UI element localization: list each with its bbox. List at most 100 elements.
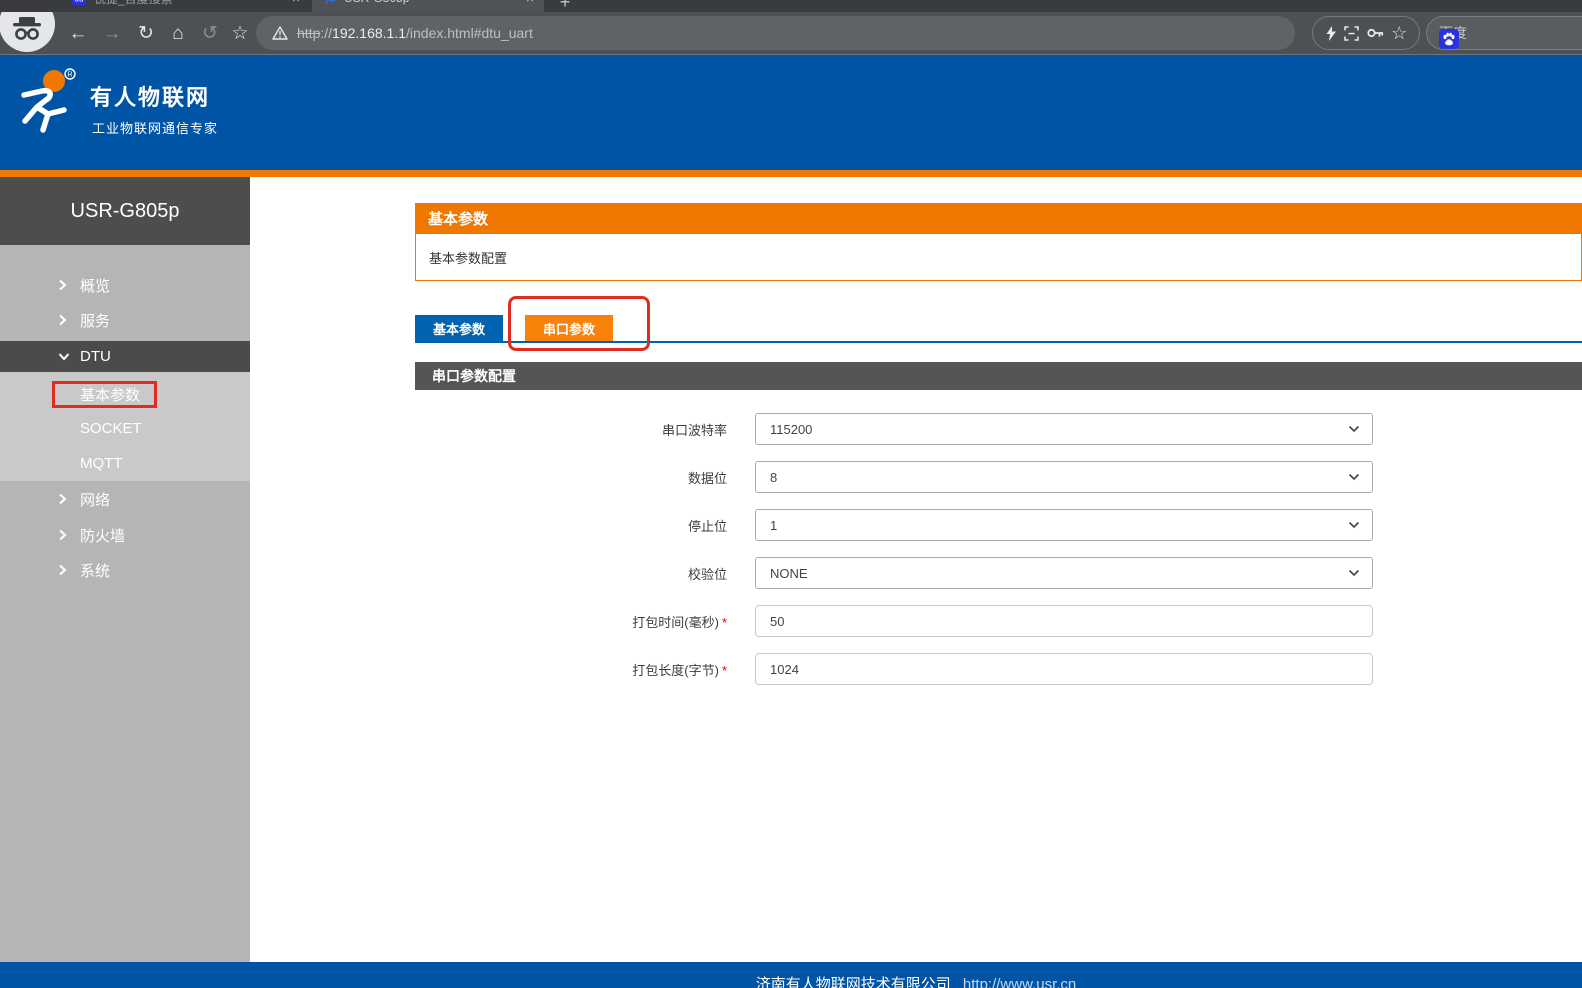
chevron-right-icon bbox=[58, 529, 70, 541]
tab-basic-params[interactable]: 基本参数 bbox=[415, 315, 503, 341]
required-asterisk: * bbox=[722, 663, 727, 678]
sidebar-nav: USR-G805p 概览 服务 DTU 基本参数 SOCKET MQTT 网络 bbox=[0, 177, 250, 962]
baidu-favicon: du bbox=[72, 0, 86, 5]
form-row-data-bits: 数据位 8 bbox=[415, 461, 1582, 493]
sidebar-item-label: 系统 bbox=[80, 560, 110, 581]
sidebar-item-services[interactable]: 服务 bbox=[0, 302, 250, 338]
form-row-stop-bits: 停止位 1 bbox=[415, 509, 1582, 541]
sidebar-item-dtu[interactable]: DTU bbox=[0, 341, 250, 372]
form-row-baud-rate: 串口波特率 115200 bbox=[415, 413, 1582, 445]
baidu-logo-icon bbox=[1439, 29, 1459, 49]
svg-text:du: du bbox=[75, 0, 84, 4]
usr-logo-icon: R bbox=[12, 67, 82, 142]
field-label: 串口波特率 bbox=[415, 420, 727, 439]
back-icon[interactable]: ← bbox=[64, 12, 92, 55]
page-title: 基本参数 bbox=[415, 203, 1582, 233]
new-tab-button[interactable]: + bbox=[552, 0, 578, 12]
brand-title: 有人物联网 bbox=[90, 80, 210, 112]
site-header: R 有人物联网 工业物联网通信专家 bbox=[0, 55, 1582, 170]
sidebar-item-label: 网络 bbox=[80, 489, 110, 510]
select-value: 115200 bbox=[770, 422, 812, 437]
svg-text:R: R bbox=[67, 72, 72, 79]
serial-params-form: 串口波特率 115200 数据位 8 停止位 1 校验位 NONE 打包时间(毫… bbox=[415, 413, 1582, 701]
select-value: NONE bbox=[770, 566, 808, 581]
chevron-right-icon bbox=[58, 564, 70, 576]
form-row-pack-time: 打包时间(毫秒)* bbox=[415, 605, 1582, 637]
pack-time-input[interactable] bbox=[755, 605, 1373, 637]
sidebar-item-label: SOCKET bbox=[80, 420, 142, 437]
form-row-pack-length: 打包长度(字节)* bbox=[415, 653, 1582, 685]
bookmark-star-icon[interactable]: ☆ bbox=[226, 12, 254, 55]
url-host: 192.168.1.1 bbox=[332, 25, 406, 41]
sidebar-item-dtu-socket[interactable]: SOCKET bbox=[0, 410, 250, 446]
extensions-cluster: ☆ bbox=[1312, 16, 1420, 50]
extension-star-icon[interactable]: ☆ bbox=[1391, 23, 1407, 44]
address-bar[interactable]: http://192.168.1.1/index.html#dtu_uart bbox=[256, 16, 1295, 50]
chevron-right-icon bbox=[58, 493, 70, 505]
tab-title: 锐捷_百度搜索 bbox=[94, 0, 284, 7]
url-text: http://192.168.1.1/index.html#dtu_uart bbox=[297, 25, 533, 41]
sidebar-item-label: 防火墙 bbox=[80, 525, 125, 546]
url-path: /index.html#dtu_uart bbox=[406, 25, 533, 41]
key-icon[interactable] bbox=[1367, 27, 1384, 39]
data-bits-select[interactable]: 8 bbox=[755, 461, 1373, 493]
lightning-icon[interactable] bbox=[1325, 26, 1337, 41]
sidebar-item-overview[interactable]: 概览 bbox=[0, 267, 250, 303]
sidebar-item-label: 服务 bbox=[80, 310, 110, 331]
footer-link[interactable]: http://www.usr.cn bbox=[963, 976, 1076, 988]
parity-select[interactable]: NONE bbox=[755, 557, 1373, 589]
footer-text: 济南有人物联网技术有限公司 http://www.usr.cn bbox=[250, 973, 1582, 988]
browser-toolbar: ← → ↻ ⌂ ↺ ☆ http://192.168.1.1/index.htm… bbox=[0, 12, 1582, 55]
chevron-right-icon bbox=[58, 314, 70, 326]
home-icon[interactable]: ⌂ bbox=[164, 12, 192, 55]
tab-title: USR-G805p bbox=[344, 0, 518, 5]
url-scheme: http bbox=[297, 25, 320, 41]
restore-session-icon[interactable]: ↺ bbox=[196, 12, 224, 55]
sidebar-item-label: MQTT bbox=[80, 455, 123, 472]
form-row-parity: 校验位 NONE bbox=[415, 557, 1582, 589]
reload-icon[interactable]: ↻ bbox=[132, 12, 160, 55]
sidebar-item-firewall[interactable]: 防火墙 bbox=[0, 517, 250, 553]
browser-tab-strip: du 锐捷_百度搜索 × USR-G805p × + bbox=[0, 0, 1582, 12]
chevron-down-icon bbox=[58, 351, 70, 363]
sidebar-item-dtu-mqtt[interactable]: MQTT bbox=[0, 445, 250, 481]
select-chevron-icon bbox=[1348, 425, 1360, 433]
pack-length-input[interactable] bbox=[755, 653, 1373, 685]
field-label: 数据位 bbox=[415, 468, 727, 487]
field-label: 打包时间(毫秒)* bbox=[415, 612, 727, 631]
url-separator: :// bbox=[320, 25, 332, 41]
brand-tagline: 工业物联网通信专家 bbox=[92, 118, 218, 137]
select-value: 1 bbox=[770, 518, 777, 533]
sidebar-item-label: 概览 bbox=[80, 275, 110, 296]
header-accent-strip bbox=[0, 170, 1582, 177]
annotation-box-serial-tab bbox=[508, 296, 650, 351]
device-title: USR-G805p bbox=[0, 177, 250, 245]
tab-close-icon[interactable]: × bbox=[526, 0, 534, 6]
browser-tab-baidu-search[interactable]: du 锐捷_百度搜索 × bbox=[62, 0, 310, 12]
field-label: 打包长度(字节)* bbox=[415, 660, 727, 679]
tab-close-icon[interactable]: × bbox=[292, 0, 300, 6]
select-chevron-icon bbox=[1348, 569, 1360, 577]
browser-tab-usr-g805p[interactable]: USR-G805p × bbox=[312, 0, 544, 12]
baidu-search-box[interactable]: 百度 bbox=[1426, 16, 1582, 50]
not-secure-warning-icon[interactable] bbox=[272, 26, 288, 40]
page-footer: 济南有人物联网技术有限公司 http://www.usr.cn bbox=[0, 962, 1582, 988]
footer-company: 济南有人物联网技术有限公司 bbox=[756, 976, 951, 988]
select-value: 8 bbox=[770, 470, 777, 485]
annotation-box-sidebar-basic-params bbox=[52, 381, 157, 408]
baud-rate-select[interactable]: 115200 bbox=[755, 413, 1373, 445]
sidebar-item-system[interactable]: 系统 bbox=[0, 552, 250, 588]
required-asterisk: * bbox=[722, 615, 727, 630]
stop-bits-select[interactable]: 1 bbox=[755, 509, 1373, 541]
forward-icon[interactable]: → bbox=[98, 12, 126, 55]
sidebar-item-label: DTU bbox=[80, 348, 111, 365]
select-chevron-icon bbox=[1348, 521, 1360, 529]
page-subtitle: 基本参数配置 bbox=[415, 233, 1582, 281]
field-label: 校验位 bbox=[415, 564, 727, 583]
chevron-right-icon bbox=[58, 279, 70, 291]
usr-favicon bbox=[322, 0, 336, 5]
sidebar-item-network[interactable]: 网络 bbox=[0, 481, 250, 517]
section-title: 串口参数配置 bbox=[415, 362, 1582, 390]
screenshot-icon[interactable] bbox=[1344, 26, 1359, 41]
select-chevron-icon bbox=[1348, 473, 1360, 481]
